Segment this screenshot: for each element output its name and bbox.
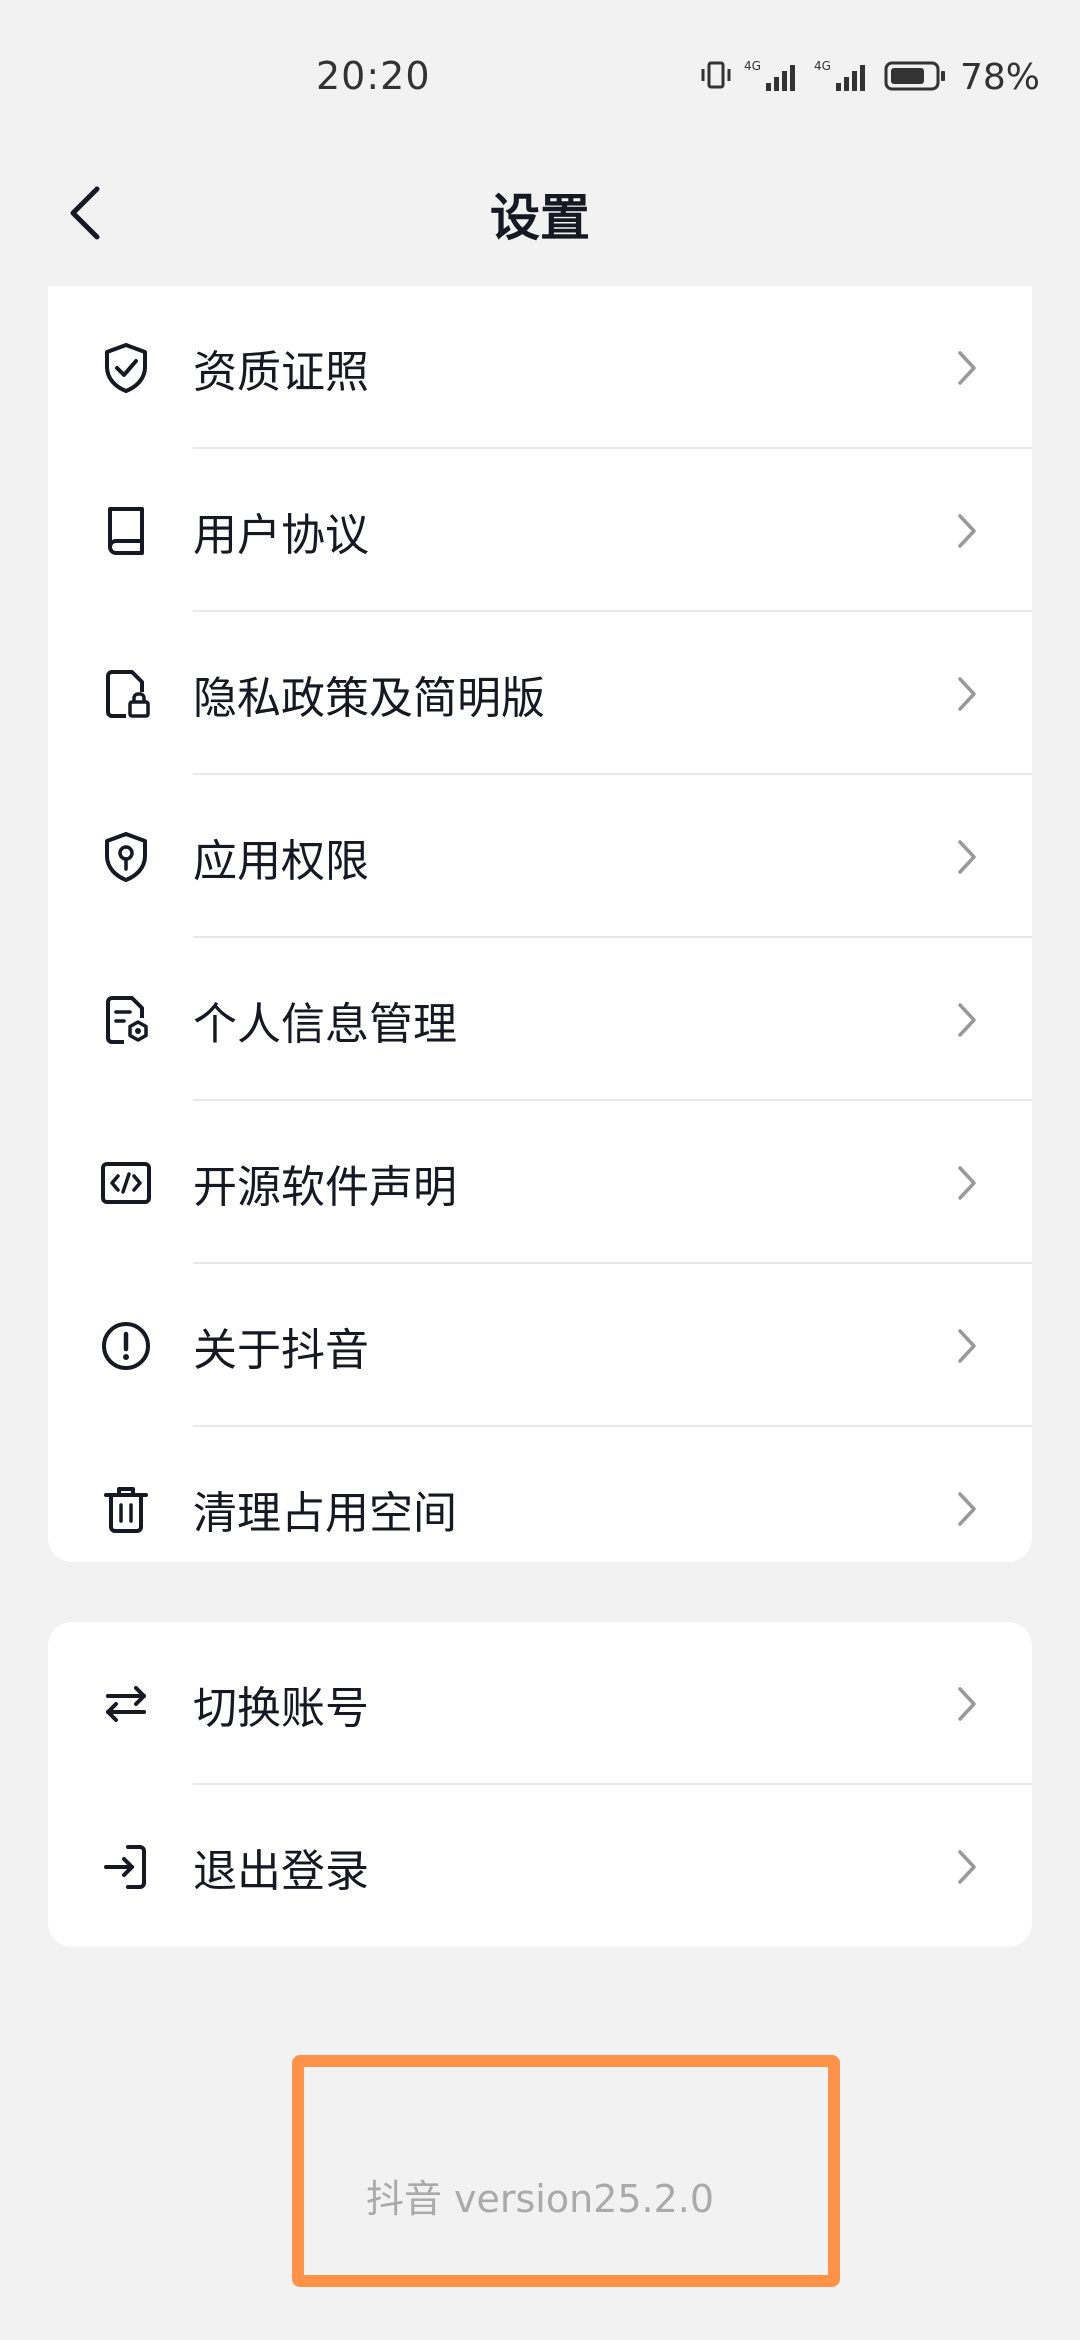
shield-key-icon (96, 827, 156, 887)
status-bar: 20:20 4G 4G 78% (0, 0, 1080, 150)
settings-item-label: 个人信息管理 (193, 998, 457, 1050)
chevron-right-icon (952, 1682, 982, 1726)
shield-check-icon (96, 338, 156, 398)
chevron-right-icon (952, 1845, 982, 1889)
account-item-logout[interactable]: 退出登录 (48, 1785, 1032, 1948)
chevron-right-icon (952, 346, 982, 390)
account-item-label: 退出登录 (193, 1845, 369, 1897)
settings-list: 资质证照 用户协议 隐私政策及简明版 应用权限 个人信息管理 开源软件声明 关于… (48, 286, 1032, 1562)
info-circle-icon (96, 1316, 156, 1376)
chevron-right-icon (952, 835, 982, 879)
settings-item-personal-info[interactable]: 个人信息管理 (48, 938, 1032, 1101)
settings-item-app-permissions[interactable]: 应用权限 (48, 775, 1032, 938)
settings-item-qualification[interactable]: 资质证照 (48, 286, 1032, 449)
chevron-right-icon (952, 672, 982, 716)
settings-item-label: 关于抖音 (193, 1324, 369, 1376)
document-lock-icon (96, 664, 156, 724)
battery-percent: 78% (959, 56, 1040, 98)
logout-icon (96, 1837, 156, 1897)
settings-item-open-source[interactable]: 开源软件声明 (48, 1101, 1032, 1264)
page-title: 设置 (490, 189, 590, 247)
network-type-1: 4G (744, 59, 761, 73)
chevron-right-icon (952, 1487, 982, 1531)
code-icon (96, 1153, 156, 1213)
settings-item-privacy-policy[interactable]: 隐私政策及简明版 (48, 612, 1032, 775)
chevron-right-icon (952, 1324, 982, 1368)
settings-item-label: 开源软件声明 (193, 1161, 457, 1213)
vibrate-icon (698, 57, 734, 97)
settings-item-label: 隐私政策及简明版 (193, 672, 545, 724)
account-item-label: 切换账号 (193, 1682, 369, 1734)
battery-icon (884, 57, 946, 97)
settings-item-about[interactable]: 关于抖音 (48, 1264, 1032, 1427)
swap-icon (96, 1674, 156, 1734)
version-text: 抖音 version25.2.0 (365, 2177, 715, 2221)
trash-icon (96, 1479, 156, 1539)
chevron-right-icon (952, 509, 982, 553)
document-gear-icon (96, 990, 156, 1050)
settings-item-label: 应用权限 (193, 835, 369, 887)
settings-item-label: 清理占用空间 (193, 1487, 457, 1539)
signal-icon-sim2: 4G (814, 57, 874, 97)
chevron-right-icon (952, 1161, 982, 1205)
settings-item-user-agreement[interactable]: 用户协议 (48, 449, 1032, 612)
settings-item-label: 资质证照 (193, 346, 369, 398)
account-item-switch[interactable]: 切换账号 (48, 1622, 1032, 1785)
account-list: 切换账号 退出登录 (48, 1622, 1032, 1947)
settings-item-label: 用户协议 (193, 509, 369, 561)
status-indicators: 4G 4G 78% (698, 56, 1040, 98)
chevron-right-icon (952, 998, 982, 1042)
status-time: 20:20 (316, 54, 431, 98)
settings-item-clear-space[interactable]: 清理占用空间 (48, 1427, 1032, 1590)
navigation-bar: 设置 (0, 150, 1080, 280)
book-icon (96, 501, 156, 561)
signal-icon-sim1: 4G (744, 57, 804, 97)
network-type-2: 4G (814, 59, 831, 73)
